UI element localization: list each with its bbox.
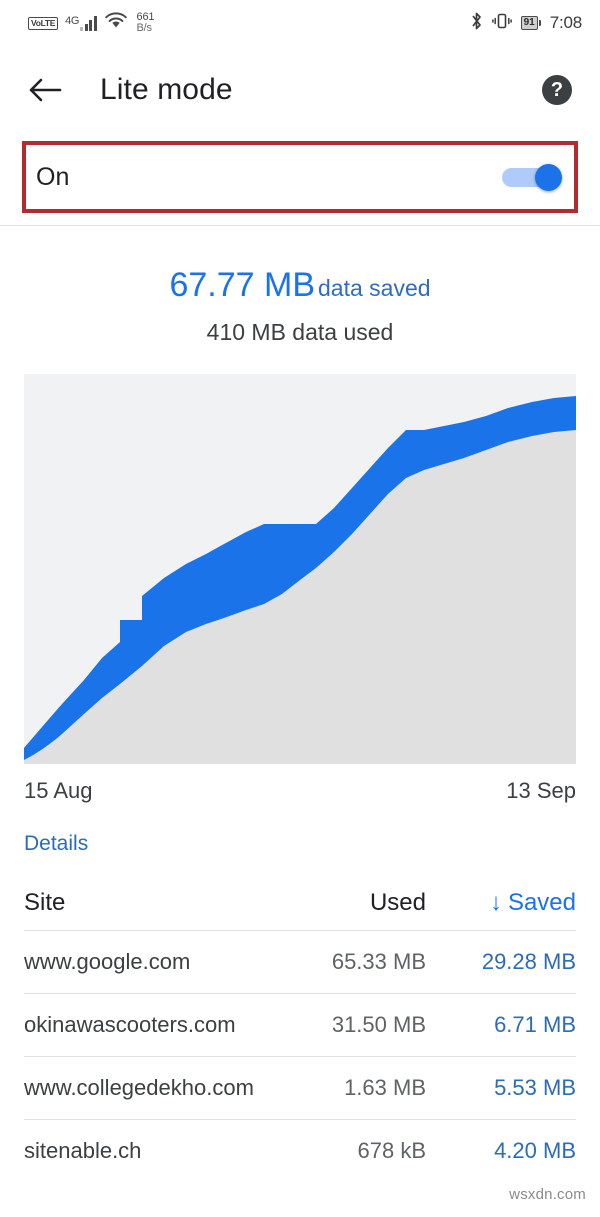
lite-mode-switch[interactable] [502, 164, 562, 191]
data-rate-indicator: 661 B/s [137, 12, 155, 34]
cell-site: okinawascooters.com [24, 1012, 236, 1037]
wifi-icon [104, 11, 128, 35]
column-header-saved[interactable]: ↓ Saved [426, 889, 576, 917]
switch-thumb [535, 164, 562, 191]
battery-percent-label: 91 [520, 16, 538, 30]
site-savings-table: Site Used ↓ Saved www.google.com 65.33 MB… [24, 876, 576, 1182]
vibrate-icon [491, 11, 512, 36]
status-bar-right: 91 7:08 [470, 11, 582, 36]
cell-site: www.google.com [24, 949, 191, 974]
table-header-row: Site Used ↓ Saved [24, 876, 576, 930]
lite-mode-toggle-label: On [36, 162, 70, 191]
cell-site: www.collegedekho.com [24, 1075, 254, 1100]
chart-series-data-used [24, 430, 576, 764]
data-saved-caption: data saved [318, 275, 431, 301]
data-saved-line: 67.77 MB data saved [0, 266, 600, 305]
volte-badge-icon: VoLTE [28, 16, 59, 30]
app-toolbar: Lite mode ? [0, 46, 600, 134]
bluetooth-icon [470, 11, 483, 36]
signal-bars-icon [80, 15, 97, 31]
back-arrow-icon [29, 78, 62, 102]
details-link[interactable]: Details [24, 832, 88, 856]
status-bar: VoLTE 4G 661 B/s 91 7:08 [0, 0, 600, 46]
cell-saved: 29.28 MB [481, 949, 576, 974]
column-header-site[interactable]: Site [24, 889, 266, 917]
cell-used: 31.50 MB [331, 1012, 426, 1037]
data-savings-summary: 67.77 MB data saved 410 MB data used [0, 226, 600, 346]
column-header-used[interactable]: Used [266, 889, 426, 917]
table-row[interactable]: www.collegedekho.com 1.63 MB 5.53 MB [24, 1056, 576, 1119]
page-title: Lite mode [100, 73, 233, 106]
data-used-line: 410 MB data used [206, 319, 394, 345]
network-type-label: 4G [65, 15, 80, 27]
data-savings-chart: 15 Aug 13 Sep [24, 374, 576, 804]
cellular-signal-icon: 4G [65, 15, 97, 31]
watermark: wsxdn.com [509, 1186, 586, 1203]
cell-used: 678 kB [357, 1138, 427, 1163]
column-header-saved-label: Saved [507, 889, 576, 916]
cell-saved: 5.53 MB [494, 1075, 576, 1100]
cell-used: 65.33 MB [331, 949, 426, 974]
cell-saved: 6.71 MB [494, 1012, 576, 1037]
table-row[interactable]: www.google.com 65.33 MB 29.28 MB [24, 930, 576, 993]
chart-axis-start-label: 15 Aug [24, 778, 93, 803]
lite-mode-toggle-row[interactable]: On [26, 145, 574, 209]
chart-axis-labels: 15 Aug 13 Sep [24, 778, 576, 804]
status-bar-clock: 7:08 [549, 13, 582, 32]
table-row[interactable]: okinawascooters.com 31.50 MB 6.71 MB [24, 993, 576, 1056]
cell-saved: 4.20 MB [494, 1138, 576, 1163]
cell-used: 1.63 MB [344, 1075, 426, 1100]
battery-icon: 91 [520, 16, 541, 30]
help-button[interactable]: ? [536, 69, 578, 111]
lite-mode-highlight-box: On [22, 141, 578, 213]
table-row[interactable]: sitenable.ch 678 kB 4.20 MB [24, 1119, 576, 1182]
back-button[interactable] [22, 67, 68, 113]
help-circle-icon: ? [542, 75, 572, 105]
data-rate-unit: B/s [136, 22, 153, 34]
chart-svg [24, 396, 576, 764]
sort-descending-arrow-icon: ↓ [489, 889, 502, 916]
chart-axis-end-label: 13 Sep [506, 778, 576, 803]
cell-site: sitenable.ch [24, 1138, 142, 1163]
status-bar-left: VoLTE 4G 661 B/s [28, 11, 154, 35]
chart-plot-area [24, 374, 576, 764]
data-saved-amount: 67.77 MB [169, 266, 315, 304]
